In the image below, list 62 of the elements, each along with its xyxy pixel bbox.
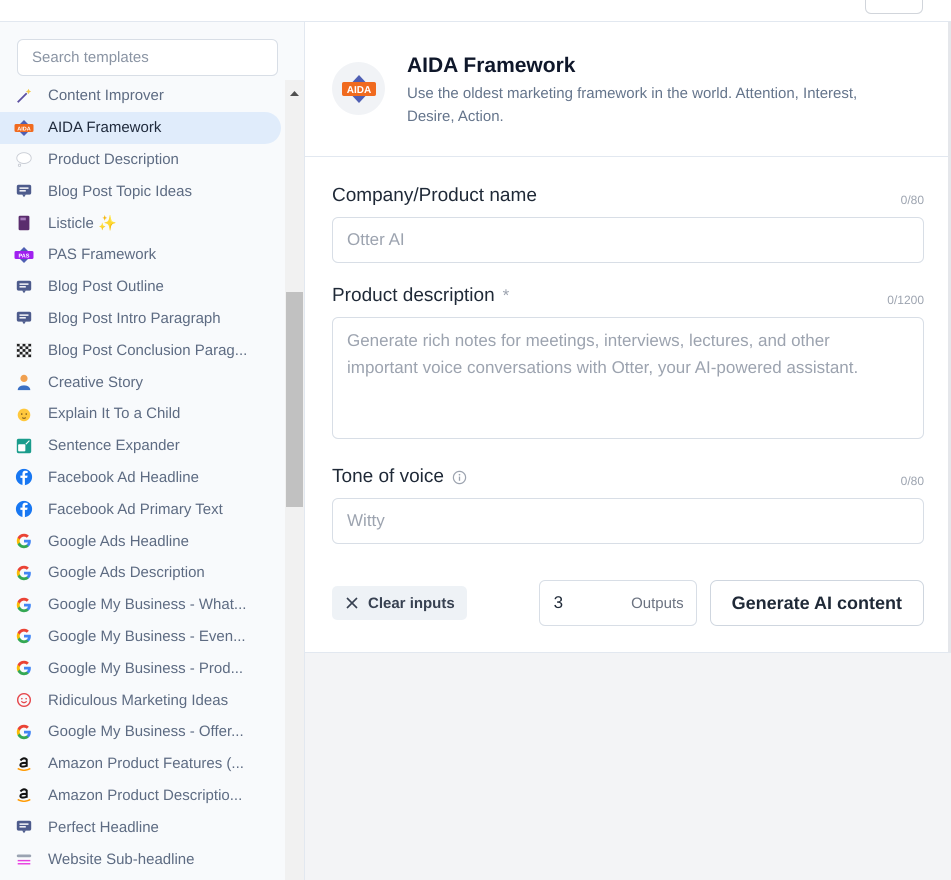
google-logo-icon bbox=[15, 532, 33, 550]
amazon-logo-icon bbox=[15, 754, 33, 773]
expand-window-icon bbox=[15, 436, 33, 455]
google-logo-icon bbox=[15, 564, 33, 582]
template-item[interactable]: Blog Post Intro Paragraph bbox=[0, 302, 281, 334]
template-item[interactable]: Google Ads Description bbox=[0, 556, 281, 589]
checkered-flag-icon bbox=[15, 341, 33, 360]
amazon-logo-icon bbox=[15, 786, 33, 804]
text-field[interactable]: Otter AI bbox=[332, 217, 924, 263]
character-counter: 0/1200 bbox=[887, 293, 924, 307]
template-item[interactable]: Product Description bbox=[0, 144, 281, 176]
template-item[interactable]: Blog Post Conclusion Parag... bbox=[0, 334, 281, 366]
field-label: Tone of voice bbox=[332, 466, 444, 488]
google-logo-icon bbox=[15, 596, 33, 614]
magic-wand-icon bbox=[15, 86, 33, 105]
template-item[interactable]: Explain It To a Child bbox=[0, 398, 281, 430]
character-counter: 0/80 bbox=[900, 474, 924, 488]
facebook-logo-icon bbox=[15, 500, 33, 518]
google-logo-icon bbox=[15, 627, 33, 646]
character-counter: 0/80 bbox=[900, 193, 924, 207]
template-item[interactable]: Google Ads Headline bbox=[0, 525, 281, 557]
clear-inputs-button[interactable]: Clear inputs bbox=[332, 586, 467, 620]
template-title: AIDA Framework bbox=[407, 54, 576, 78]
scrollbar-thumb[interactable] bbox=[286, 292, 303, 507]
template-item[interactable]: Google My Business - Offer... bbox=[0, 716, 281, 748]
template-item[interactable]: Listicle ✨ bbox=[0, 207, 281, 239]
template-item[interactable]: Blog Post Topic Ideas bbox=[0, 175, 281, 208]
template-item[interactable]: Website Sub-headline bbox=[0, 843, 281, 875]
template-item[interactable]: Facebook Ad Headline bbox=[0, 462, 281, 494]
search-field[interactable]: Search templates bbox=[17, 39, 278, 76]
google-logo-icon bbox=[15, 722, 33, 741]
person-icon bbox=[15, 373, 33, 392]
info-icon[interactable] bbox=[452, 470, 467, 484]
description-field[interactable]: Generate rich notes for meetings, interviews, lectures, and other important voice conversations with Otter, your AI-powered assistant. bbox=[332, 317, 924, 439]
chat-icon bbox=[15, 278, 33, 296]
required-mark: * bbox=[502, 286, 510, 306]
template-item[interactable]: Amazon Product Descriptio... bbox=[0, 780, 281, 812]
template-item[interactable]: Content Improver bbox=[0, 80, 281, 112]
field-label: Company/Product name bbox=[332, 185, 537, 207]
google-logo-icon bbox=[15, 659, 33, 678]
speech-bubble-icon bbox=[15, 150, 33, 168]
facebook-logo-icon bbox=[15, 468, 33, 486]
template-item[interactable]: Google My Business - Prod... bbox=[0, 652, 281, 684]
template-item[interactable]: Ridiculous Marketing Ideas bbox=[0, 684, 281, 716]
outputs-label: Outputs bbox=[631, 594, 684, 612]
generate-button[interactable]: Generate AI content bbox=[710, 580, 924, 626]
template-item[interactable]: Sentence Expander bbox=[0, 430, 281, 462]
template-item[interactable]: Creative Story bbox=[0, 366, 281, 398]
template-item[interactable]: Google My Business - What... bbox=[0, 588, 281, 621]
top-button[interactable] bbox=[865, 0, 923, 14]
close-icon bbox=[346, 597, 358, 609]
field-label: Product description bbox=[332, 285, 495, 307]
scroll-up-icon[interactable] bbox=[290, 91, 299, 96]
template-item[interactable]: Blog Post Outline bbox=[0, 270, 281, 303]
template-item[interactable]: Google My Business - Even... bbox=[0, 620, 281, 652]
template-item[interactable]: Facebook Ad Primary Text bbox=[0, 493, 281, 526]
scrollbar[interactable] bbox=[285, 80, 304, 880]
template-item[interactable]: Amazon Product Features (... bbox=[0, 748, 281, 780]
template-description: Use the oldest marketing framework in the world. Attention, Interest, Desire, Action. bbox=[407, 84, 858, 127]
smiley-icon bbox=[15, 691, 33, 710]
template-item[interactable]: Perfect Headline bbox=[0, 811, 281, 844]
text-field[interactable]: Witty bbox=[332, 498, 924, 544]
